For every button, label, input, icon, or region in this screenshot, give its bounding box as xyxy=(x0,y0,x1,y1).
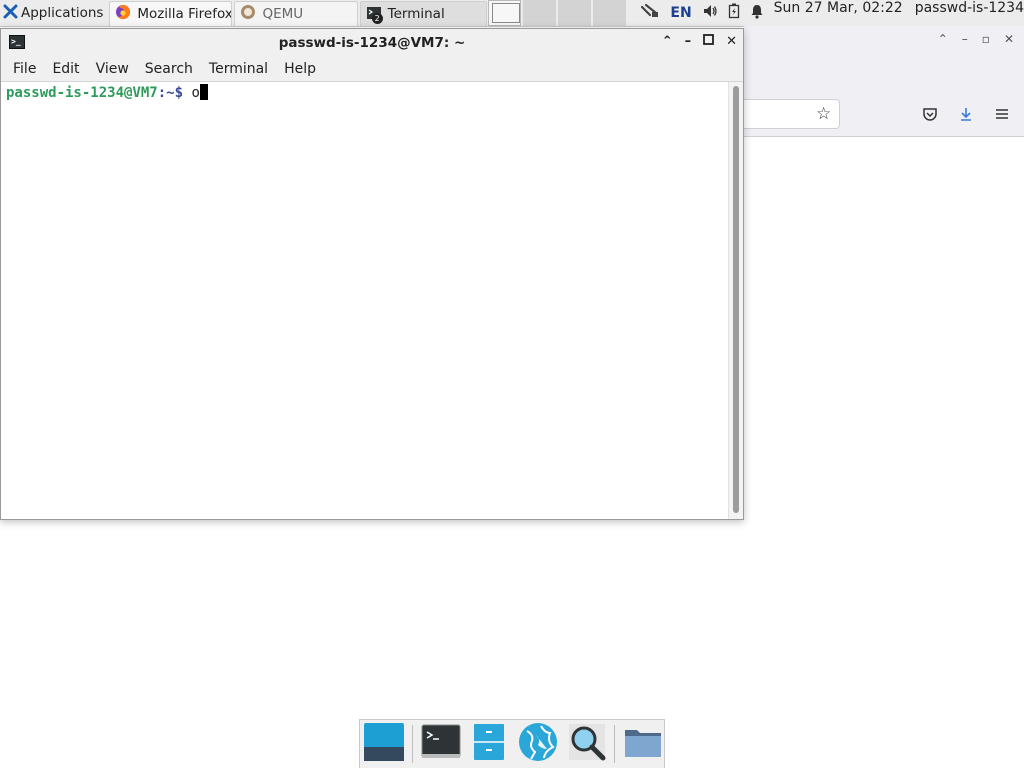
firefox-collapse-icon[interactable]: ⌃ xyxy=(938,32,948,46)
app-finder-launcher[interactable] xyxy=(566,723,608,765)
firefox-window: ⌃ – ▫ ✕ ☆ xyxy=(744,26,1024,137)
shade-icon[interactable]: ⌃ xyxy=(662,34,673,49)
close-icon[interactable]: ✕ xyxy=(726,34,737,49)
workspace-3[interactable] xyxy=(558,0,592,26)
top-panel: Applications ⋮ Mozilla Firefox QEMU 2 Te… xyxy=(0,0,1024,27)
prompt-user-host: passwd-is-1234@VM7 xyxy=(6,85,158,101)
file-manager-icon xyxy=(472,723,506,765)
terminal-launcher[interactable] xyxy=(420,723,462,765)
bookmark-star-icon[interactable]: ☆ xyxy=(816,104,831,124)
web-browser-icon xyxy=(517,721,559,767)
bottom-dock xyxy=(359,719,665,768)
web-browser-launcher[interactable] xyxy=(517,723,559,765)
clock[interactable]: Sun 27 Mar, 02:22 xyxy=(774,0,903,26)
downloads-icon[interactable] xyxy=(958,106,974,126)
menu-terminal[interactable]: Terminal xyxy=(209,61,268,77)
show-desktop-icon xyxy=(363,721,405,767)
window-title: passwd-is-1234@VM7: ~ xyxy=(278,35,466,51)
workspace-1[interactable] xyxy=(487,0,521,26)
folder-icon xyxy=(623,725,663,763)
window-controls: ⌃ – ✕ xyxy=(662,34,737,49)
user-menu[interactable]: passwd-is-1234 xyxy=(915,0,1024,26)
taskbar-label: QEMU xyxy=(262,6,304,22)
taskbar-label: Mozilla Firefox xyxy=(137,6,233,22)
menu-file[interactable]: File xyxy=(13,61,36,77)
menu-search[interactable]: Search xyxy=(145,61,193,77)
terminal-app-icon: >_ xyxy=(9,35,25,49)
xfce-logo-icon xyxy=(3,4,18,23)
notifications-bell-icon[interactable] xyxy=(750,3,764,23)
menu-help[interactable]: Help xyxy=(284,61,316,77)
network-icon[interactable] xyxy=(640,3,660,23)
app-finder-icon xyxy=(567,722,607,766)
minimize-icon[interactable]: – xyxy=(685,34,692,49)
folder-launcher[interactable] xyxy=(622,723,664,765)
applications-label: Applications xyxy=(21,5,104,21)
maximize-icon[interactable] xyxy=(703,34,714,49)
text-cursor xyxy=(199,84,208,100)
taskbar-item-firefox[interactable]: Mozilla Firefox xyxy=(109,1,233,26)
terminal-scrollbar[interactable] xyxy=(728,82,743,519)
dock-separator xyxy=(412,725,413,763)
volume-icon[interactable] xyxy=(702,3,718,23)
command-input[interactable]: o xyxy=(191,85,199,101)
file-manager-launcher[interactable] xyxy=(468,723,510,765)
taskbar-item-terminal[interactable]: 2 Terminal xyxy=(359,1,487,26)
battery-icon[interactable] xyxy=(728,3,740,23)
show-desktop-launcher[interactable] xyxy=(363,723,405,765)
applications-menu-button[interactable]: Applications ⋮ xyxy=(0,0,108,26)
terminal-icon xyxy=(421,724,461,764)
workspace-4[interactable] xyxy=(593,0,627,26)
firefox-minimize-icon[interactable]: – xyxy=(962,32,968,46)
firefox-icon xyxy=(115,4,131,24)
firefox-close-icon[interactable]: ✕ xyxy=(1004,32,1014,46)
dock-separator xyxy=(614,725,616,763)
keyboard-layout-indicator[interactable]: EN xyxy=(670,5,691,21)
firefox-maximize-icon[interactable]: ▫ xyxy=(982,32,990,46)
pocket-icon[interactable] xyxy=(922,106,938,126)
menu-edit[interactable]: Edit xyxy=(52,61,79,77)
firefox-window-controls: ⌃ – ▫ ✕ xyxy=(938,32,1014,46)
menu-view[interactable]: View xyxy=(96,61,129,77)
terminal-output[interactable]: passwd-is-1234@VM7:~$ o xyxy=(1,82,729,519)
workspace-2[interactable] xyxy=(522,0,557,26)
qemu-icon xyxy=(240,4,256,24)
menu-grip-icon: ⋮ xyxy=(106,5,108,21)
taskbar-item-qemu[interactable]: QEMU xyxy=(234,1,358,26)
terminal-window: >_ passwd-is-1234@VM7: ~ ⌃ – ✕ File Edit… xyxy=(0,28,744,520)
window-count-badge: 2 xyxy=(371,13,383,24)
taskbar-label: Terminal xyxy=(387,6,445,22)
firefox-toolbar-icons xyxy=(922,106,1010,126)
system-tray: EN xyxy=(640,0,763,26)
terminal-titlebar[interactable]: >_ passwd-is-1234@VM7: ~ ⌃ – ✕ xyxy=(1,29,743,57)
terminal-menubar: File Edit View Search Terminal Help xyxy=(1,57,743,82)
scrollbar-thumb[interactable] xyxy=(733,86,739,513)
terminal-icon: 2 xyxy=(366,6,383,24)
prompt-path: :~$ xyxy=(157,85,184,101)
menu-icon[interactable] xyxy=(994,106,1010,126)
